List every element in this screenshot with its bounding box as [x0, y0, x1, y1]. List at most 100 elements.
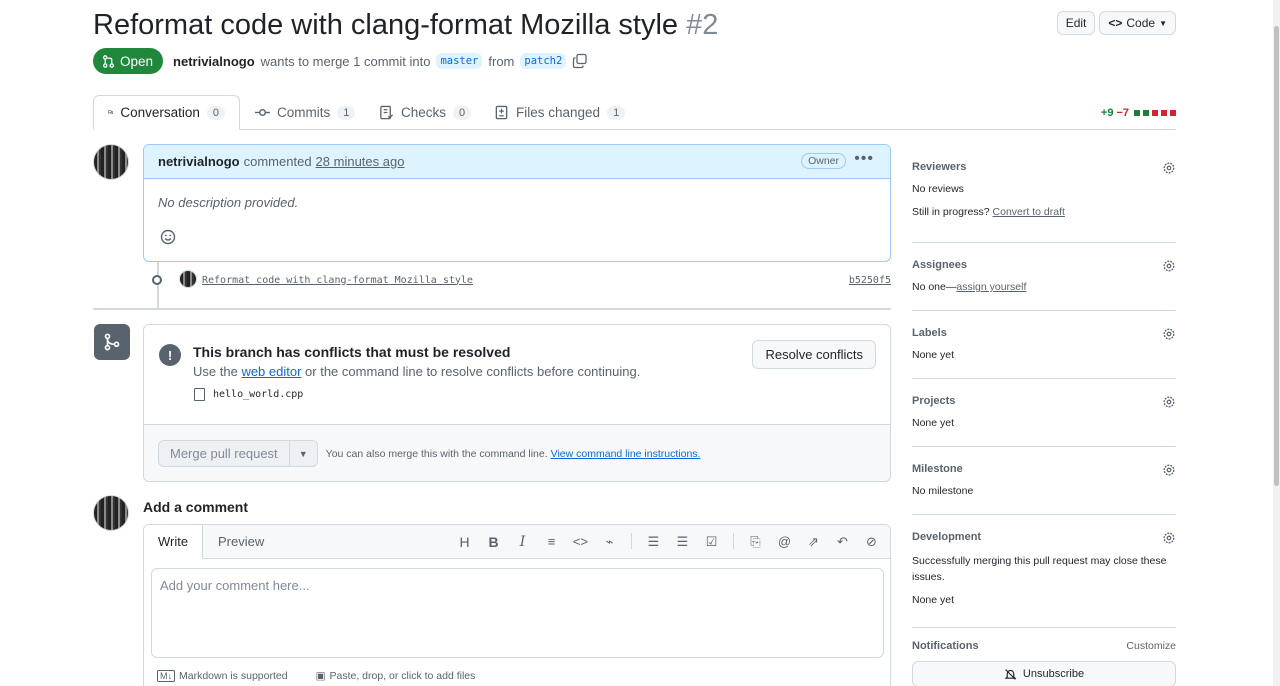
tab-files-changed[interactable]: Files changed 1	[480, 95, 639, 130]
add-reaction-icon[interactable]	[160, 229, 176, 245]
conflict-description: Use the web editor or the command line t…	[193, 364, 640, 379]
bell-slash-icon	[1004, 668, 1017, 680]
gear-icon[interactable]	[1162, 327, 1176, 341]
caret-down-icon: ▼	[298, 448, 308, 459]
unsubscribe-button[interactable]: Unsubscribe	[912, 661, 1176, 686]
commit-message[interactable]: Reformat code with clang-format Mozilla …	[202, 275, 473, 286]
sidebar-development: Development Successfully merging this pu…	[912, 531, 1176, 606]
heading-icon[interactable]: H	[456, 533, 473, 550]
reply-icon[interactable]: ↶	[834, 533, 851, 550]
commit-sha[interactable]: b5250f5	[849, 275, 891, 286]
diffstat-square-deleted	[1161, 110, 1167, 116]
alert-icon: !	[159, 344, 181, 366]
git-commit-icon	[255, 108, 270, 117]
numbered-list-icon[interactable]: ☰	[645, 533, 662, 550]
gear-icon[interactable]	[1162, 463, 1176, 477]
conflict-desc-prefix: Use the	[193, 364, 238, 379]
slash-commands-icon[interactable]: ⊘	[863, 533, 880, 550]
sidebar-heading[interactable]: Assignees	[912, 259, 1176, 271]
tab-checks[interactable]: Checks 0	[365, 95, 485, 130]
gear-icon[interactable]	[1162, 395, 1176, 409]
sidebar-heading[interactable]: Milestone	[912, 463, 1176, 475]
pr-tabs: Conversation 0 Commits 1 Checks 0 Files …	[93, 95, 1176, 130]
mention-icon[interactable]: @	[776, 533, 793, 550]
gear-icon[interactable]	[1162, 161, 1176, 175]
head-branch[interactable]: patch2	[520, 53, 567, 69]
page-scrollbar[interactable]	[1273, 0, 1280, 686]
toolbar-divider	[631, 533, 632, 549]
git-merge-icon	[94, 324, 130, 360]
conflict-desc-suffix: or the command line to resolve conflicts…	[305, 364, 641, 379]
cmdline-text: You can also merge this with the command…	[325, 447, 548, 460]
file-icon	[194, 388, 205, 401]
code-icon: <>	[1108, 16, 1123, 30]
task-list-icon[interactable]: ☑	[703, 533, 720, 550]
quote-icon[interactable]: ≡	[543, 533, 560, 550]
assignees-value: No one—	[912, 281, 957, 293]
sidebar-divider	[912, 310, 1176, 311]
pr-author[interactable]: netrivialnogo	[173, 54, 255, 69]
convert-to-draft-link[interactable]: Convert to draft	[993, 206, 1065, 218]
copy-icon[interactable]	[572, 53, 588, 69]
gear-icon[interactable]	[1162, 531, 1176, 545]
tab-conversation[interactable]: Conversation 0	[93, 95, 240, 130]
state-badge: Open	[93, 48, 164, 74]
tab-write[interactable]: Write	[144, 525, 204, 559]
customize-link[interactable]: Customize	[1126, 640, 1176, 652]
markdown-note-label: Markdown is supported	[179, 670, 288, 682]
toolbar-divider	[733, 533, 734, 549]
gear-icon[interactable]	[1162, 259, 1176, 273]
code-icon[interactable]: <>	[572, 533, 589, 550]
link-icon[interactable]: ⌁	[601, 533, 618, 550]
sidebar-heading[interactable]: Reviewers	[912, 161, 1176, 173]
cross-reference-icon[interactable]: ⇗	[805, 533, 822, 550]
sidebar-heading[interactable]: Projects	[912, 395, 1176, 407]
assign-yourself-link[interactable]: assign yourself	[956, 281, 1026, 293]
formatting-toolbar: H B I ≡ <> ⌁ ☰ ☰ ☑ ⎘ @ ⇗ ↶ ⊘	[456, 533, 880, 550]
editor-footer: M↓ Markdown is supported ▣ Paste, drop, or…	[157, 670, 475, 682]
base-branch[interactable]: master	[436, 53, 483, 69]
unordered-list-icon[interactable]: ☰	[674, 533, 691, 550]
comment-textarea[interactable]: Add your comment here...	[151, 568, 884, 658]
code-button-label: Code	[1126, 16, 1156, 30]
diffstat-square-added	[1143, 110, 1149, 116]
cmdline-instructions-link[interactable]: View command line instructions.	[551, 448, 701, 460]
avatar[interactable]	[93, 144, 129, 180]
labels-value: None yet	[912, 349, 955, 361]
web-editor-link[interactable]: web editor	[241, 364, 301, 379]
development-value: None yet	[912, 594, 955, 606]
current-user-avatar[interactable]	[93, 495, 129, 531]
comment-body: No description provided.	[158, 195, 299, 210]
resolve-conflicts-button[interactable]: Resolve conflicts	[752, 340, 876, 369]
diffstat-additions: +9	[1100, 107, 1114, 119]
pr-number: #2	[686, 9, 719, 41]
merge-options-dropdown[interactable]: ▼	[289, 440, 318, 467]
tab-commits[interactable]: Commits 1	[241, 95, 369, 130]
commit-avatar[interactable]	[179, 270, 197, 288]
markdown-note[interactable]: M↓ Markdown is supported	[157, 670, 288, 682]
sidebar-heading[interactable]: Development	[912, 531, 1176, 543]
sidebar-milestone: Milestone No milestone	[912, 463, 1176, 497]
kebab-menu-icon[interactable]: •••	[854, 150, 874, 168]
tab-preview[interactable]: Preview	[204, 525, 278, 559]
tab-counter: 1	[337, 105, 356, 120]
edit-button[interactable]: Edit	[1056, 11, 1096, 35]
attach-files-note[interactable]: ▣ Paste, drop, or click to add files	[316, 670, 476, 682]
pr-title: Reformat code with clang-format Mozilla …	[93, 6, 1176, 44]
italic-icon[interactable]: I	[514, 533, 531, 550]
add-comment-title: Add a comment	[143, 499, 249, 515]
code-button[interactable]: <> Code ▼	[1099, 11, 1176, 35]
caret-down-icon: ▼	[1159, 18, 1167, 28]
scrollbar-thumb[interactable]	[1274, 26, 1279, 486]
sidebar-heading[interactable]: Labels	[912, 327, 1176, 339]
sidebar-divider	[912, 242, 1176, 243]
bold-icon[interactable]: B	[485, 533, 502, 550]
merge-text: wants to merge 1 commit into	[260, 53, 431, 69]
merge-pull-request-button[interactable]: Merge pull request	[158, 440, 290, 467]
comment-time[interactable]: 28 minutes ago	[316, 154, 405, 169]
paperclip-icon[interactable]: ⎘	[747, 533, 764, 550]
conflict-title: This branch has conflicts that must be r…	[193, 344, 511, 360]
from-text: from	[488, 53, 515, 69]
sidebar-divider	[912, 446, 1176, 447]
comment-author[interactable]: netrivialnogo	[158, 154, 240, 169]
